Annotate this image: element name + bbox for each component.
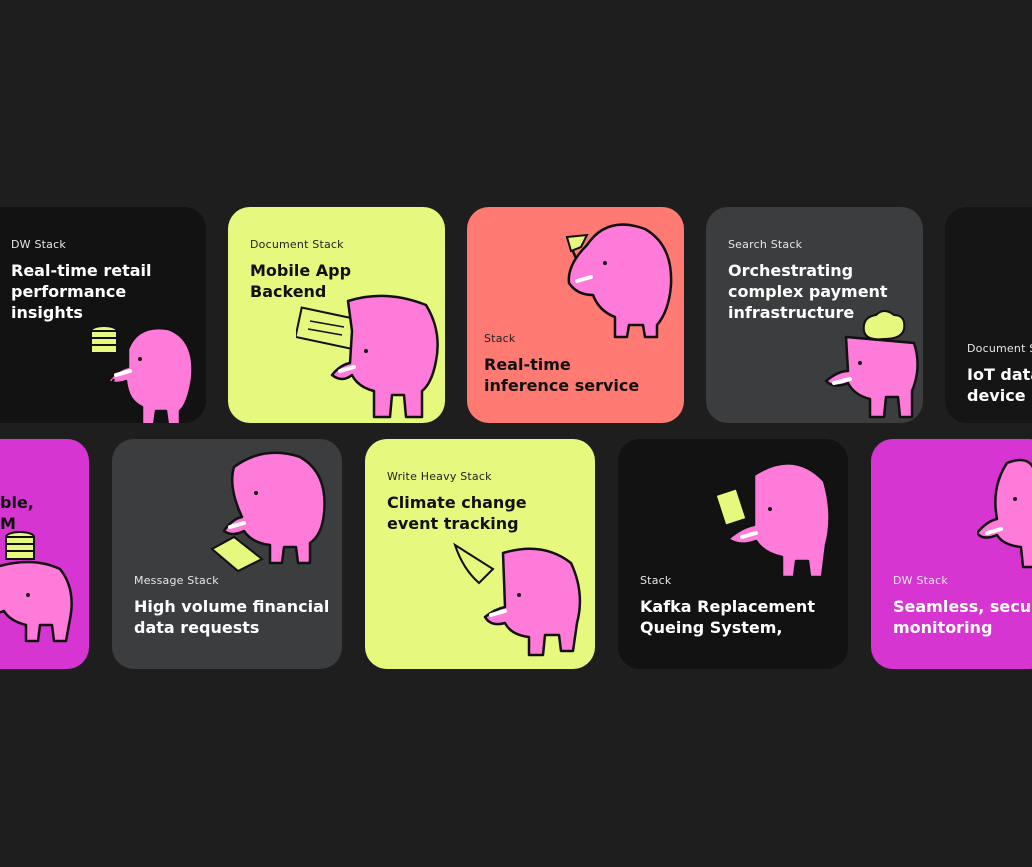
elephant-with-cloud-icon <box>824 310 919 419</box>
card-title-line: High volume financial <box>134 597 330 616</box>
case-card-monitoring[interactable]: DW Stack Seamless, secure monitoring <box>871 439 1032 669</box>
card-title: Seamless, secure monitoring <box>893 596 1032 638</box>
elephant-with-coins-icon <box>90 325 194 423</box>
card-title-line: Queing System, <box>640 618 783 637</box>
card-title-line: Climate change <box>387 493 527 512</box>
card-title: Kafka Replacement Queing System, <box>640 596 815 638</box>
elephant-with-document-icon <box>714 462 831 579</box>
elephant-with-flag-icon <box>565 223 673 339</box>
card-title-line: Real-time <box>484 355 571 374</box>
card-title: Real-time inference service <box>484 354 639 396</box>
card-tag: DW Stack <box>11 238 66 251</box>
card-title-line: performance <box>11 282 127 301</box>
card-title: IoT data device s <box>967 364 1032 406</box>
card-title: High volume financial data requests <box>134 596 329 638</box>
card-title-line: inference service <box>484 376 640 395</box>
card-tag: Stack <box>640 574 672 587</box>
case-card-partial[interactable]: ble, M <box>0 439 89 669</box>
card-title-line: device s <box>967 386 1032 405</box>
case-study-carousel: DW Stack Real-time retail performance in… <box>0 0 1032 867</box>
card-title-line: Real-time retail <box>11 261 152 280</box>
card-tag: Write Heavy Stack <box>387 470 492 483</box>
card-title-line: complex payment <box>728 282 888 301</box>
case-card-inference[interactable]: Stack Real-time inference service <box>467 207 684 423</box>
case-card-financial[interactable]: Message Stack High volume financial data… <box>112 439 342 669</box>
card-tag: Document S <box>967 342 1032 355</box>
elephant-icon <box>977 458 1032 569</box>
case-card-climate[interactable]: Write Heavy Stack Climate change event t… <box>365 439 595 669</box>
case-card-kafka[interactable]: Stack Kafka Replacement Queing System, <box>618 439 848 669</box>
card-title-line: event tracking <box>387 514 519 533</box>
case-card-retail[interactable]: DW Stack Real-time retail performance in… <box>0 207 206 423</box>
card-tag: Message Stack <box>134 574 219 587</box>
card-title-line: data requests <box>134 618 260 637</box>
card-title-line: Kafka Replacement <box>640 597 815 616</box>
card-title-line: ble, <box>0 493 34 512</box>
elephant-with-coins-icon <box>0 531 73 643</box>
card-tag: Document Stack <box>250 238 344 251</box>
card-tag: Stack <box>484 332 516 345</box>
elephant-with-document-icon <box>296 294 439 419</box>
card-title-line: Orchestrating <box>728 261 854 280</box>
case-card-payments[interactable]: Search Stack Orchestrating complex payme… <box>706 207 923 423</box>
elephant-with-laptop-icon <box>210 451 326 573</box>
card-title-line: monitoring <box>893 618 993 637</box>
card-tag: Search Stack <box>728 238 803 251</box>
card-title: Real-time retail performance insights <box>11 260 151 323</box>
card-title: Climate change event tracking <box>387 492 527 534</box>
card-title-line: IoT data <box>967 365 1032 384</box>
elephant-with-laptop-icon <box>453 542 582 657</box>
card-title-line: Seamless, secure <box>893 597 1032 616</box>
card-title: ble, M <box>0 492 34 534</box>
card-tag: DW Stack <box>893 574 948 587</box>
card-title-line: Mobile App <box>250 261 352 280</box>
case-card-mobile-backend[interactable]: Document Stack Mobile App Backend <box>228 207 445 423</box>
case-card-iot[interactable]: Document S IoT data device s <box>945 207 1032 423</box>
